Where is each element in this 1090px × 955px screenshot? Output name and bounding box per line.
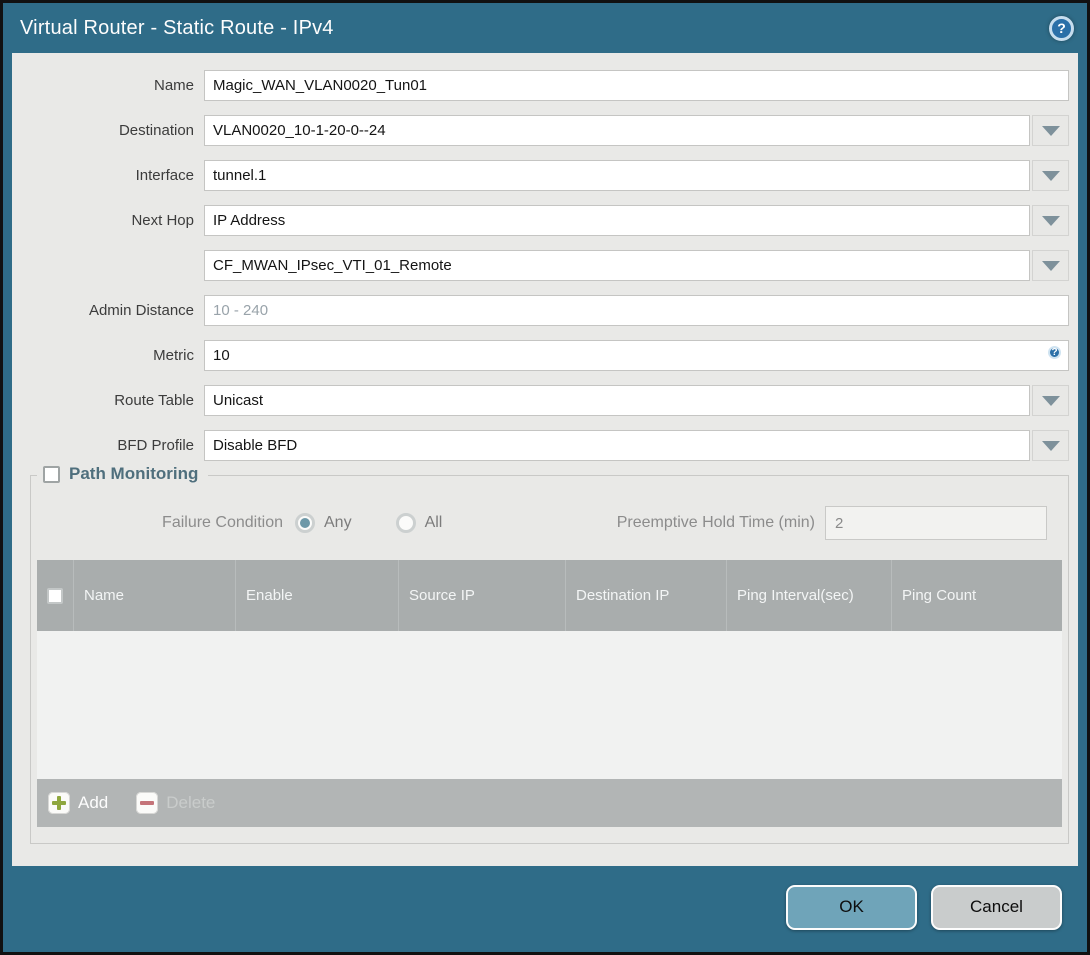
chevron-down-icon	[1041, 395, 1060, 406]
bfd-profile-row: BFD Profile	[12, 430, 1069, 461]
failure-condition-all-label: All	[424, 514, 443, 531]
interface-input[interactable]	[204, 160, 1030, 191]
column-header-destination-ip: Destination IP	[566, 560, 727, 631]
select-all-cell	[37, 560, 74, 631]
table-body-empty	[37, 631, 1062, 779]
next-hop-type-dropdown-button[interactable]	[1032, 205, 1069, 236]
chevron-down-icon	[1041, 170, 1060, 181]
destination-label: Destination	[118, 122, 194, 139]
select-all-checkbox[interactable]	[47, 587, 63, 604]
chevron-down-icon	[1041, 440, 1060, 451]
preemptive-hold-time-input[interactable]	[825, 506, 1047, 540]
route-form: Name Destination Interface	[12, 53, 1078, 461]
next-hop-address-row	[12, 250, 1069, 281]
destination-row: Destination	[12, 115, 1069, 146]
table-header-row: Name Enable Source IP Destination IP Pin…	[37, 560, 1062, 631]
route-table-dropdown-button[interactable]	[1032, 385, 1069, 416]
failure-condition-all-radio[interactable]	[395, 513, 416, 533]
path-monitoring-section: Path Monitoring Failure Condition Any Al…	[30, 464, 1069, 844]
static-route-dialog: Virtual Router - Static Route - IPv4 ? N…	[0, 0, 1090, 955]
metric-help-icon[interactable]: ?	[1048, 346, 1061, 359]
preemptive-hold-time-group: Preemptive Hold Time (min)	[617, 506, 1047, 540]
delete-button[interactable]: Delete	[136, 792, 215, 814]
metric-row: Metric ?	[12, 340, 1069, 371]
ok-button[interactable]: OK	[786, 884, 917, 930]
dialog-footer: OK Cancel	[3, 866, 1087, 952]
interface-dropdown-button[interactable]	[1032, 160, 1069, 191]
next-hop-label: Next Hop	[131, 212, 194, 229]
dialog-title: Virtual Router - Static Route - IPv4	[20, 16, 334, 39]
path-monitoring-checkbox[interactable]	[43, 465, 60, 483]
destination-dropdown-button[interactable]	[1032, 115, 1069, 146]
admin-distance-input[interactable]	[204, 295, 1069, 326]
cancel-button[interactable]: Cancel	[931, 884, 1062, 930]
failure-condition-label: Failure Condition	[162, 514, 283, 531]
dialog-titlebar: Virtual Router - Static Route - IPv4 ?	[3, 3, 1087, 53]
add-button-label: Add	[78, 793, 109, 812]
column-header-ping-count: Ping Count	[902, 587, 977, 604]
next-hop-address-dropdown-button[interactable]	[1032, 250, 1069, 281]
path-monitoring-table: Name Enable Source IP Destination IP Pin…	[37, 560, 1062, 827]
path-monitoring-title: Path Monitoring	[69, 464, 199, 483]
help-icon[interactable]: ?	[1049, 15, 1074, 41]
failure-condition-any-radio[interactable]	[295, 513, 315, 533]
next-hop-type-input[interactable]	[204, 205, 1030, 236]
failure-condition-row: Failure Condition Any All Preemptive Hol…	[37, 506, 1062, 540]
table-toolbar: Add Delete	[37, 779, 1062, 827]
route-table-input[interactable]	[204, 385, 1030, 416]
interface-label: Interface	[135, 167, 194, 184]
delete-button-label: Delete	[166, 793, 216, 812]
bfd-profile-input[interactable]	[204, 430, 1030, 461]
chevron-down-icon	[1041, 215, 1060, 226]
column-header-name: Name	[74, 560, 236, 631]
chevron-down-icon	[1041, 260, 1060, 271]
column-header-source-ip: Source IP	[399, 560, 566, 631]
interface-row: Interface	[12, 160, 1069, 191]
destination-input[interactable]	[204, 115, 1030, 146]
bfd-profile-label: BFD Profile	[117, 437, 194, 454]
path-monitoring-legend: Path Monitoring	[37, 464, 209, 484]
admin-distance-row: Admin Distance	[12, 295, 1069, 326]
bfd-profile-dropdown-button[interactable]	[1032, 430, 1069, 461]
metric-label: Metric	[153, 347, 194, 364]
name-input[interactable]	[204, 70, 1069, 101]
add-button[interactable]: Add	[48, 792, 108, 814]
column-header-enable: Enable	[236, 560, 399, 631]
plus-icon	[48, 792, 70, 814]
dialog-content: Name Destination Interface	[12, 53, 1078, 866]
failure-condition-any-label: Any	[324, 514, 352, 531]
route-table-row: Route Table	[12, 385, 1069, 416]
minus-icon	[136, 792, 159, 814]
metric-input[interactable]	[204, 340, 1069, 371]
name-row: Name	[12, 70, 1069, 101]
admin-distance-label: Admin Distance	[88, 302, 194, 319]
preemptive-hold-time-label: Preemptive Hold Time (min)	[616, 514, 815, 531]
next-hop-row: Next Hop	[12, 205, 1069, 236]
column-header-ping-interval: Ping Interval(sec)	[727, 560, 892, 631]
name-label: Name	[153, 77, 194, 94]
route-table-label: Route Table	[114, 392, 194, 409]
next-hop-address-input[interactable]	[204, 250, 1030, 281]
chevron-down-icon	[1041, 125, 1060, 136]
